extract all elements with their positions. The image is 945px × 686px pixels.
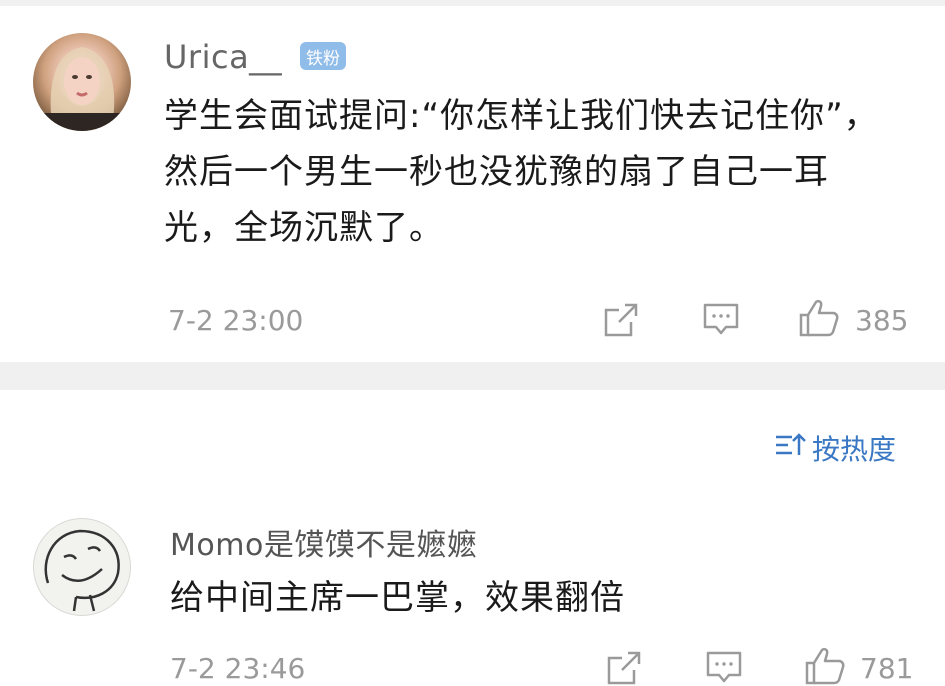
avatar[interactable]	[33, 518, 131, 616]
timestamp: 7-2 23:46	[170, 652, 306, 685]
fan-badge: 铁粉	[300, 42, 346, 70]
top-separator	[0, 0, 945, 6]
section-divider	[0, 362, 945, 390]
share-icon[interactable]	[603, 302, 639, 338]
comment-icon[interactable]	[702, 302, 740, 338]
comment-text: 学生会面试提问:“你怎样让我们快去记住你”，然后一个男生一秒也没犹豫的扇了自己一…	[164, 96, 879, 248]
sort-button[interactable]: 按热度	[774, 428, 896, 468]
username[interactable]: Urica__	[164, 38, 282, 76]
share-icon[interactable]	[606, 650, 642, 686]
like-count: 385	[855, 304, 909, 337]
sort-label: 按热度	[812, 433, 897, 466]
comment-icon[interactable]	[705, 650, 743, 686]
sort-icon	[774, 431, 806, 466]
timestamp: 7-2 23:00	[168, 304, 304, 337]
avatar[interactable]	[33, 33, 131, 131]
comment-text: 给中间主席一巴掌，效果翻倍	[170, 578, 625, 618]
thumbs-up-icon[interactable]	[798, 298, 840, 338]
like-count: 781	[860, 652, 914, 685]
thumbs-up-icon[interactable]	[804, 646, 846, 686]
username[interactable]: Momo是馍馍不是嬷嬷	[170, 520, 477, 564]
